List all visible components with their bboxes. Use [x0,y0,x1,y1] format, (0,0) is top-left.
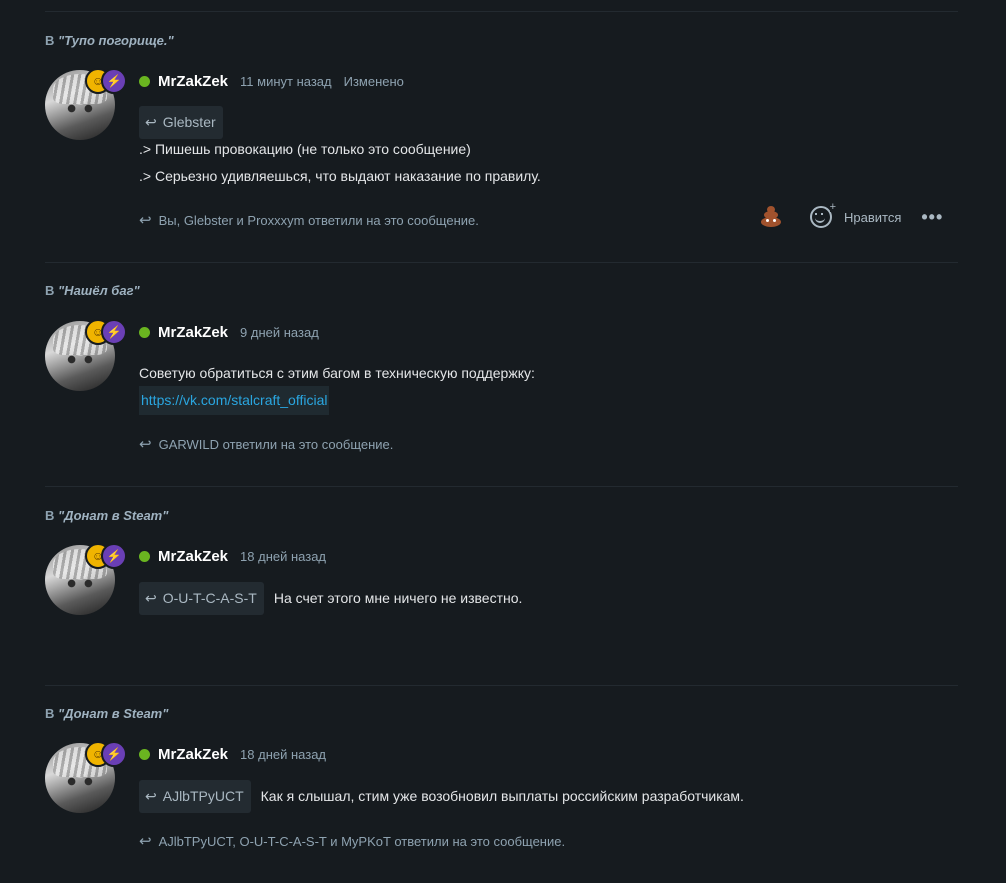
post-text-line: .> Серьезно удивляешься, что выдают нака… [139,168,541,184]
quoted-user-chip[interactable]: ↩ AJlbTPyUCT [139,780,251,813]
thread-title-link[interactable]: "Донат в Steam" [58,706,168,721]
post-body: Советую обратиться с этим багом в технич… [139,360,535,415]
post-time[interactable]: 9 дней назад [240,325,319,340]
replies-text: AJlbTPyUCT, O-U-T-C-A-S-T и MyPKoT ответ… [158,833,566,849]
lightning-badge-icon: ⚡ [101,319,127,345]
post-time[interactable]: 18 дней назад [240,747,326,762]
poop-emoji-icon[interactable] [760,206,782,228]
post-meta: MrZakZek 18 дней назад [139,548,338,565]
divider [45,486,958,487]
quoted-user-chip[interactable]: ↩ O-U-T-C-A-S-T [139,582,264,615]
quoted-user-name: AJlbTPyUCT [162,788,244,804]
reply-arrow-icon: ↩ [145,788,157,804]
reply-arrow-icon: ↩ [139,436,152,453]
activity-feed: В "Тупо погорище." ☺ ⚡ MrZakZek 11 минут… [0,0,1006,883]
post-body: ↩ O-U-T-C-A-S-T На счет этого мне ничего… [139,582,523,615]
thread-label: В "Тупо погорище." [45,33,174,48]
post-body: ↩ Glebster .> Пишешь провокацию (не толь… [139,105,541,190]
lightning-badge-icon: ⚡ [101,543,127,569]
author-name[interactable]: MrZakZek [158,73,228,90]
post-text-line: На счет этого мне ничего не известно. [273,590,523,606]
author-name[interactable]: MrZakZek [158,548,228,565]
thread-label: В "Донат в Steam" [45,706,168,721]
user-avatar[interactable]: ☺ ⚡ [45,68,127,142]
reply-arrow-icon: ↩ [145,113,157,130]
thread-prefix: В [45,706,55,721]
user-avatar[interactable]: ☺ ⚡ [45,543,127,617]
thread-prefix: В [45,33,55,48]
thread-title-link[interactable]: "Нашёл баг" [58,283,140,298]
author-name[interactable]: MrZakZek [158,324,228,341]
post-meta: MrZakZek 11 минут назад Изменено [139,73,404,90]
post-text-line: Советую обратиться с этим багом в технич… [139,365,535,381]
user-avatar[interactable]: ☺ ⚡ [45,319,127,393]
post-body: ↩ AJlbTPyUCT Как я слышал, стим уже возо… [139,780,744,813]
post-text-line: .> Пишешь провокацию (не только это сооб… [139,141,471,157]
replies-summary[interactable]: ↩ AJlbTPyUCT, O-U-T-C-A-S-T и MyPKoT отв… [139,832,565,850]
add-reaction-icon[interactable]: + [810,202,836,228]
post-text-line: Как я слышал, стим уже возобновил выплат… [260,788,744,804]
thread-prefix: В [45,283,55,298]
post-meta: MrZakZek 18 дней назад [139,746,338,763]
user-avatar[interactable]: ☺ ⚡ [45,741,127,815]
thread-title-link[interactable]: "Тупо погорище." [58,33,174,48]
replies-text: Вы, Glebster и Proxxxym ответили на это … [158,212,479,228]
edited-label[interactable]: Изменено [344,74,404,89]
replies-text: GARWILD ответили на это сообщение. [158,436,394,452]
post-time[interactable]: 18 дней назад [240,549,326,564]
reply-arrow-icon: ↩ [139,212,152,229]
replies-summary[interactable]: ↩ GARWILD ответили на это сообщение. [139,435,393,453]
reply-arrow-icon: ↩ [145,590,157,606]
online-status-icon [139,749,150,760]
post-actions: + Нравится ••• [760,202,943,228]
author-name[interactable]: MrZakZek [158,746,228,763]
thread-label: В "Нашёл баг" [45,283,140,298]
divider [45,262,958,263]
like-button[interactable]: Нравится [844,210,901,225]
lightning-badge-icon: ⚡ [101,741,127,767]
online-status-icon [139,551,150,562]
lightning-badge-icon: ⚡ [101,68,127,94]
online-status-icon [139,76,150,87]
divider [45,11,958,12]
quoted-user-name: O-U-T-C-A-S-T [162,590,257,606]
more-options-icon[interactable]: ••• [921,207,943,228]
thread-prefix: В [45,508,55,523]
thread-label: В "Донат в Steam" [45,508,168,523]
thread-title-link[interactable]: "Донат в Steam" [58,508,168,523]
external-link[interactable]: https://vk.com/stalcraft_official [139,386,330,415]
replies-summary[interactable]: ↩ Вы, Glebster и Proxxxym ответили на эт… [139,211,479,229]
post-meta: MrZakZek 9 дней назад [139,324,331,341]
reply-arrow-icon: ↩ [139,833,152,850]
online-status-icon [139,327,150,338]
quoted-user-chip[interactable]: ↩ Glebster [139,105,223,139]
divider [45,685,958,686]
post-time[interactable]: 11 минут назад [240,74,332,89]
quoted-user-name: Glebster [162,113,216,130]
